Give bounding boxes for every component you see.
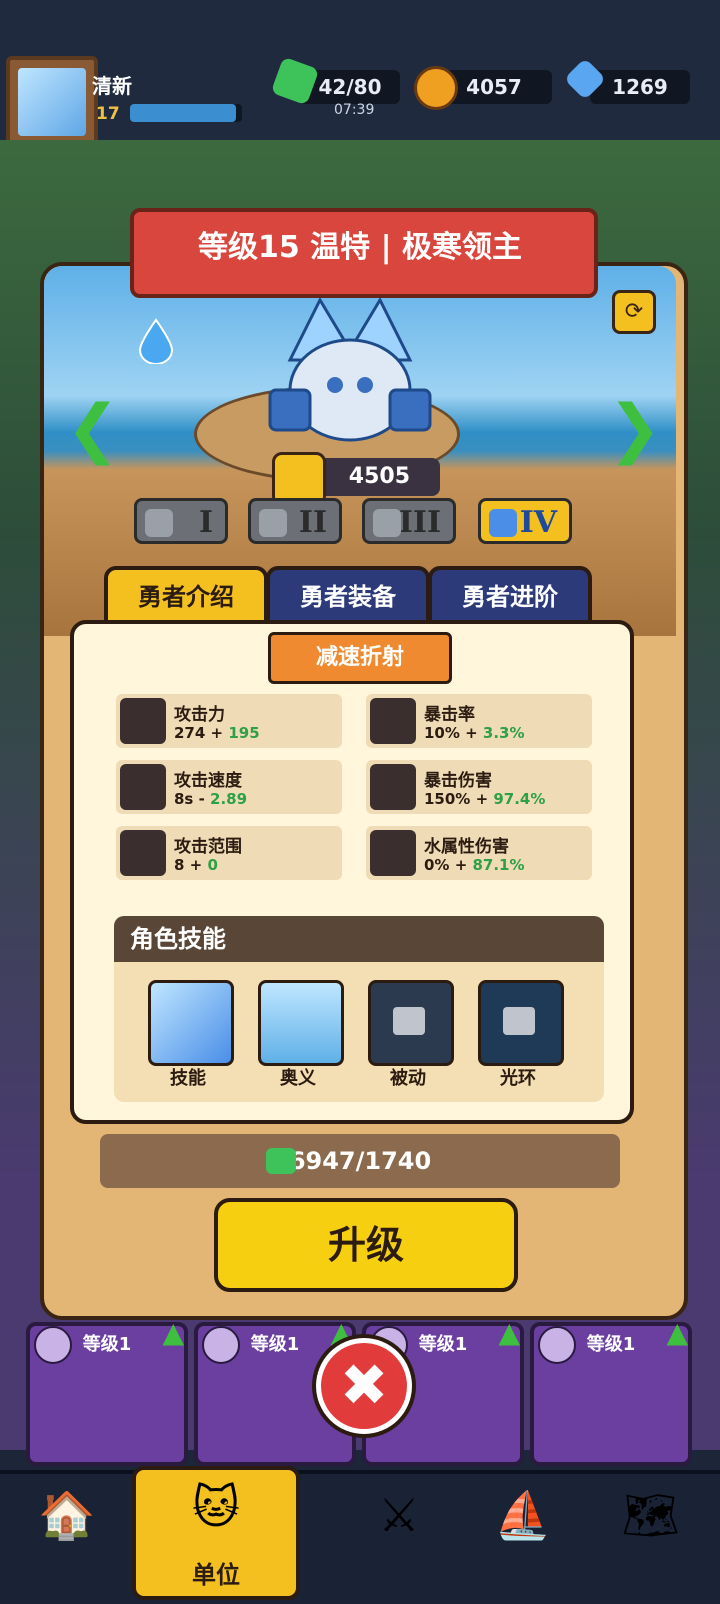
nav-map-button[interactable]: 🗺 xyxy=(596,1478,706,1588)
stat-crit-damage: 暴击伤害 150% + 97.4% xyxy=(366,760,592,814)
nav-units-button[interactable]: 🐱 单位 xyxy=(132,1466,300,1600)
stat-crit-rate: 暴击率 10% + 3.3% xyxy=(366,694,592,748)
unit-card[interactable]: 等级1 ▲ xyxy=(530,1316,692,1466)
skill-label-aura: 光环 xyxy=(500,1068,536,1089)
lock-icon xyxy=(393,1007,425,1035)
map-icon: 🗺 xyxy=(621,1488,681,1542)
attack-icon xyxy=(120,698,166,744)
nav-home-button[interactable]: 🏠 xyxy=(12,1478,122,1588)
crit-damage-icon xyxy=(370,764,416,810)
player-level: 17 xyxy=(96,104,120,124)
ship-icon: ⛵ xyxy=(494,1488,552,1542)
energy-timer: 07:39 xyxy=(334,102,375,118)
hero-title: 等级15 温特 | 极寒领主 xyxy=(197,230,523,265)
range-icon xyxy=(120,830,166,876)
skill-label-passive: 被动 xyxy=(390,1068,426,1089)
sword-icon xyxy=(120,764,166,810)
water-drop-icon xyxy=(370,830,416,876)
player-avatar[interactable] xyxy=(6,56,98,148)
skill-slot-ultimate[interactable] xyxy=(258,980,344,1066)
nav-ship-button[interactable]: ⛵ xyxy=(468,1478,578,1588)
skills-header: 角色技能 xyxy=(114,916,604,962)
water-element-icon xyxy=(138,318,174,364)
exp-progress: 6947/1740 xyxy=(100,1134,620,1188)
skill-slot-aura[interactable] xyxy=(478,980,564,1066)
coin-icon[interactable] xyxy=(414,66,458,110)
crit-rate-icon xyxy=(370,698,416,744)
crossed-swords-icon: ⚔ xyxy=(378,1488,420,1542)
tier-button-3[interactable]: III xyxy=(362,498,456,544)
next-hero-arrow[interactable]: ❯ xyxy=(608,392,662,466)
player-xp-bar xyxy=(130,104,242,122)
skill-label-ultimate: 奥义 xyxy=(280,1068,316,1089)
tab-hero-equipment[interactable]: 勇者装备 xyxy=(266,566,430,628)
lock-icon xyxy=(503,1007,535,1035)
upgrade-arrow-icon: ▲ xyxy=(498,1316,520,1349)
upgrade-arrow-icon: ▲ xyxy=(162,1316,184,1349)
player-name: 清新 xyxy=(92,74,132,98)
stat-attack: 攻击力 274 + 195 xyxy=(116,694,342,748)
swap-icon[interactable]: ⟳ xyxy=(612,290,656,334)
hero-portrait xyxy=(268,296,432,442)
unit-card[interactable]: 等级1 ▲ xyxy=(26,1316,188,1466)
stat-attack-speed: 攻击速度 8s - 2.89 xyxy=(116,760,342,814)
skill-name-banner: 减速折射 xyxy=(268,632,452,684)
stat-water-damage: 水属性伤害 0% + 87.1% xyxy=(366,826,592,880)
tier-button-4[interactable]: IV xyxy=(478,498,572,544)
house-icon: 🏠 xyxy=(38,1488,96,1542)
tier-button-1[interactable]: I xyxy=(134,498,228,544)
skill-label-active: 技能 xyxy=(170,1068,206,1089)
upgrade-button[interactable]: 升级 xyxy=(214,1198,518,1292)
exp-gem-icon xyxy=(266,1148,296,1174)
gem-counter: 1269 xyxy=(590,70,690,104)
previous-hero-arrow[interactable]: ❮ xyxy=(66,392,120,466)
stat-attack-range: 攻击范围 8 + 0 xyxy=(116,826,342,880)
tier-button-2[interactable]: II xyxy=(248,498,342,544)
units-icon: 🐱 xyxy=(192,1480,240,1534)
nav-battle-button[interactable]: ⚔ xyxy=(344,1478,454,1588)
upgrade-arrow-icon: ▲ xyxy=(666,1316,688,1349)
skill-slot-passive[interactable] xyxy=(368,980,454,1066)
tab-hero-intro[interactable]: 勇者介绍 xyxy=(104,566,268,628)
skill-slot-active[interactable] xyxy=(148,980,234,1066)
tab-hero-advance[interactable]: 勇者进阶 xyxy=(428,566,592,628)
close-button[interactable]: ✖ xyxy=(316,1338,412,1434)
